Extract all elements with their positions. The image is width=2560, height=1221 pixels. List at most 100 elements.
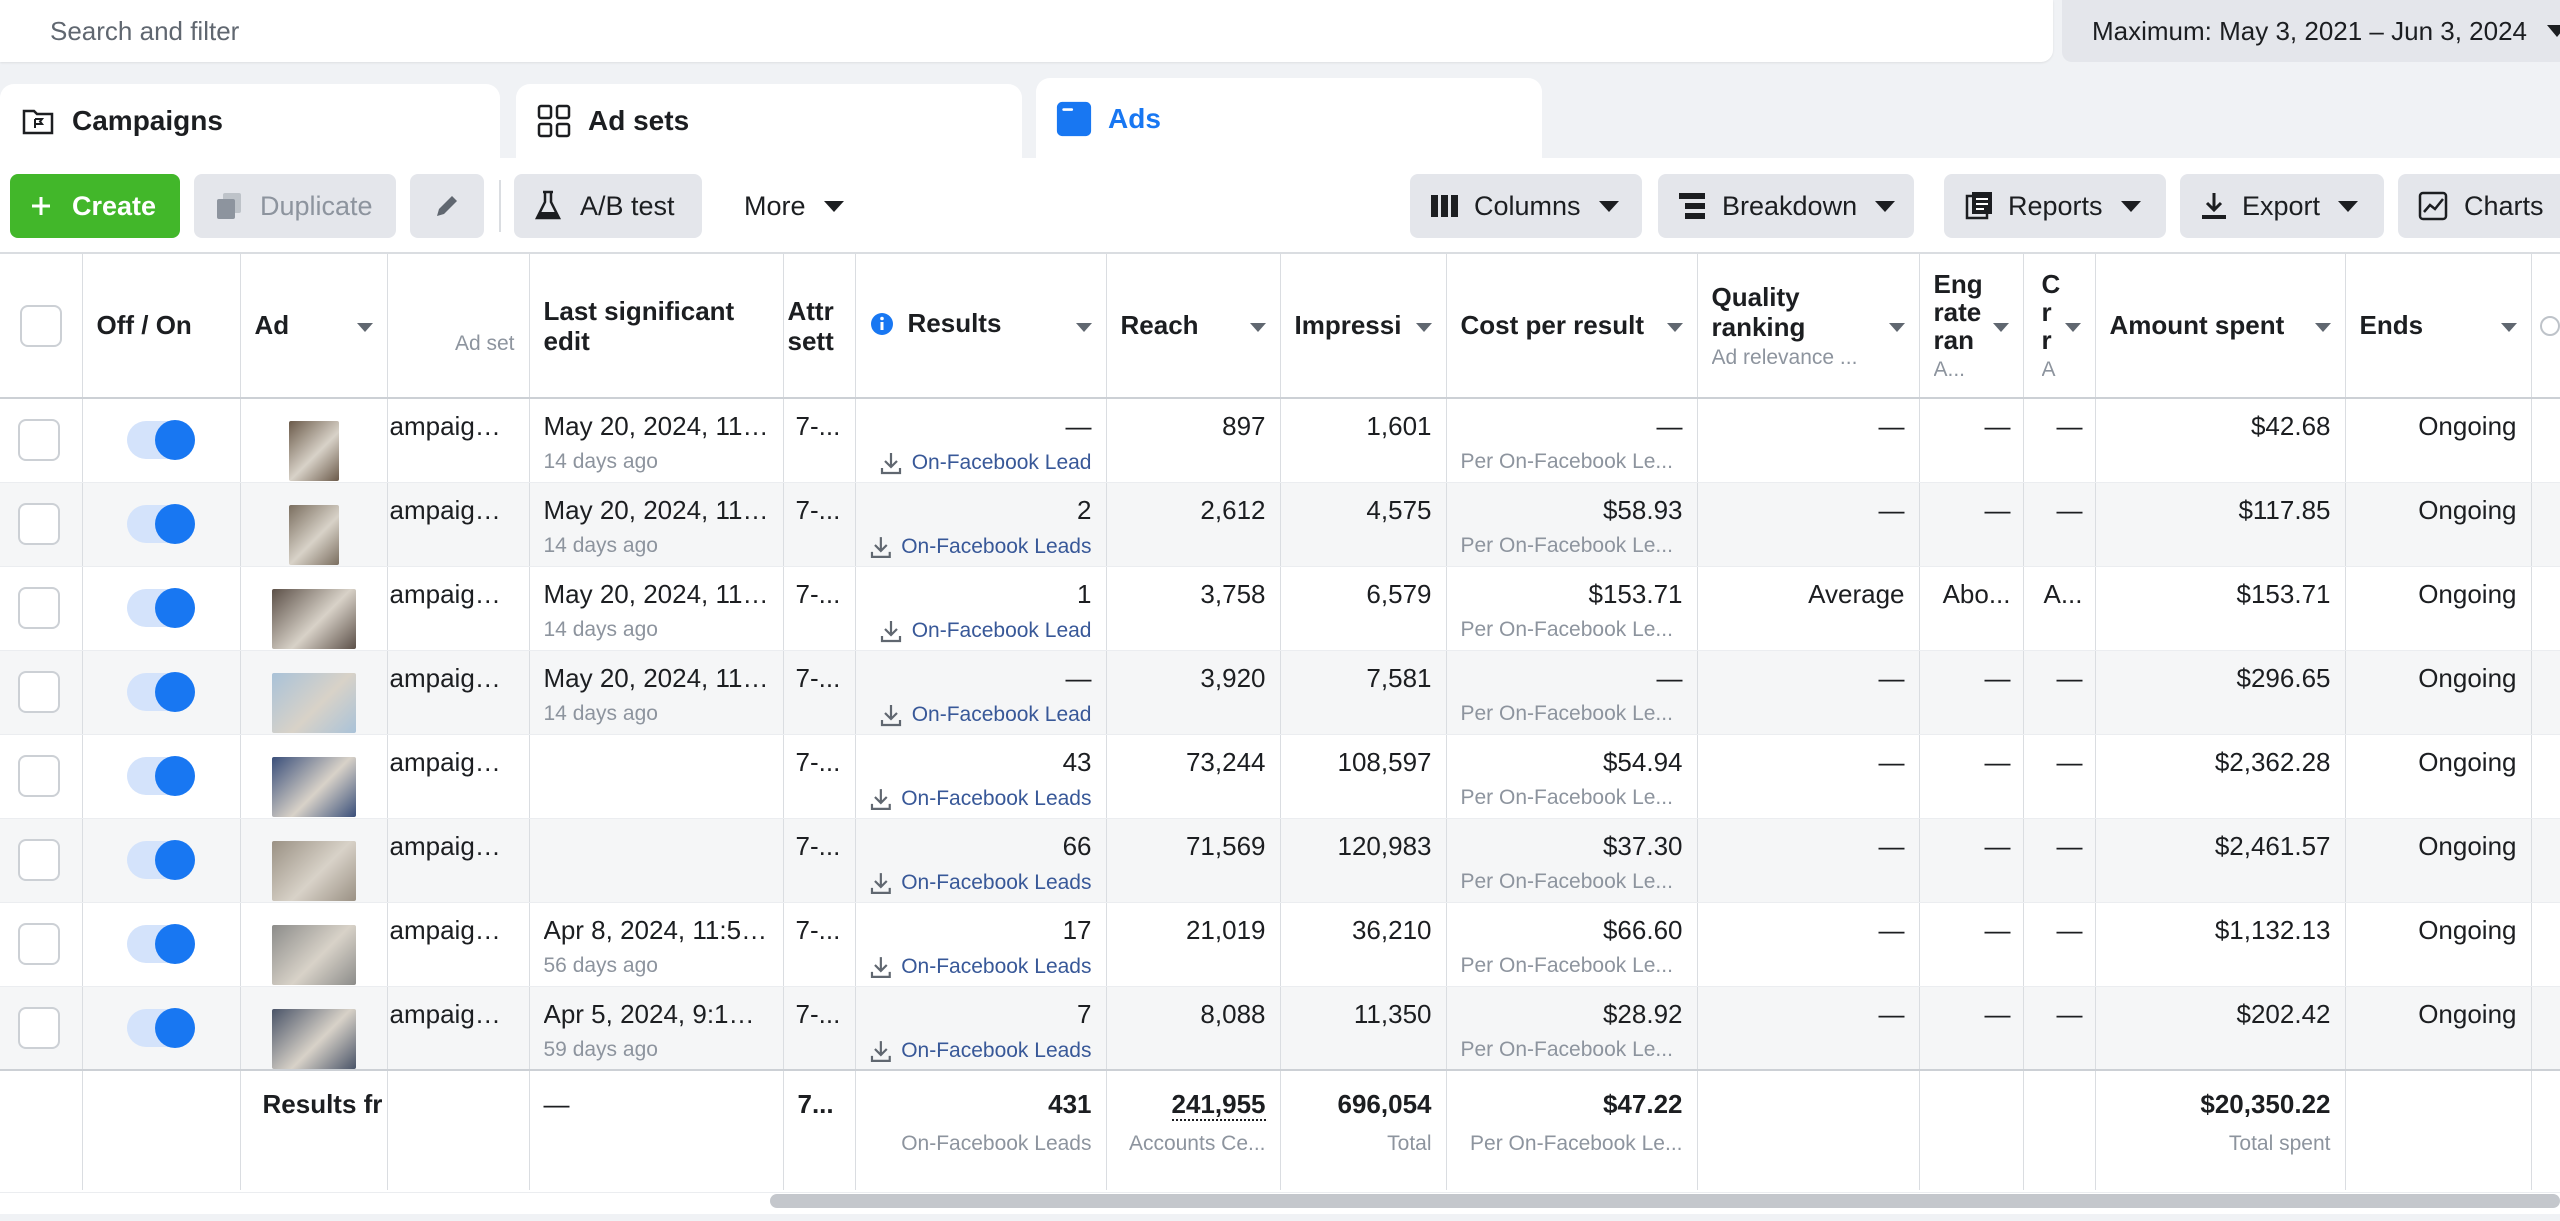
ad-toggle-switch[interactable]: [127, 1007, 195, 1048]
horizontal-scrollbar-thumb[interactable]: [770, 1194, 2560, 1208]
row-ad-set-cell[interactable]: ampaign ...: [387, 650, 530, 735]
header-off-on[interactable]: Off / On: [82, 254, 241, 399]
row-result-type[interactable]: On-Facebook Lead: [912, 619, 1092, 643]
header-ad[interactable]: Ad: [240, 254, 388, 399]
summary-reach-value[interactable]: 241,955: [1171, 1089, 1266, 1121]
row-result-type[interactable]: On-Facebook Lead: [912, 451, 1092, 475]
table-row[interactable]: ampaign ... May 20, 2024, 11:... 14 days a…: [0, 650, 2560, 735]
ad-toggle-switch[interactable]: [127, 839, 195, 880]
row-checkbox[interactable]: [18, 922, 60, 965]
tab-ads[interactable]: Ads: [1036, 78, 1542, 160]
header-ad-set[interactable]: Ad set: [387, 254, 530, 399]
ad-thumbnail[interactable]: [288, 421, 339, 481]
ad-toggle-switch[interactable]: [127, 755, 195, 796]
row-checkbox[interactable]: [18, 754, 60, 797]
row-ad-cell[interactable]: [240, 818, 388, 903]
date-range-picker[interactable]: Maximum: May 3, 2021 – Jun 3, 2024: [2062, 0, 2560, 62]
ad-toggle-switch[interactable]: [127, 420, 195, 460]
row-result-type[interactable]: On-Facebook Leads: [901, 787, 1091, 811]
row-campaign-name[interactable]: ampaign ...: [390, 915, 515, 946]
select-all-checkbox[interactable]: [19, 304, 62, 347]
header-attribution[interactable]: Attr sett: [783, 254, 856, 399]
header-cost-per-result[interactable]: Cost per result: [1446, 254, 1698, 399]
ab-test-button[interactable]: A/B test: [514, 174, 702, 238]
row-ad-cell[interactable]: [240, 398, 388, 483]
table-row[interactable]: ampaign ... 7-... 66 On-Facebook Leads 71,56…: [0, 818, 2560, 903]
row-campaign-name[interactable]: ampaign ...: [390, 579, 515, 610]
add-column-header[interactable]: [2531, 254, 2560, 399]
tab-ad-sets[interactable]: Ad sets: [516, 84, 1022, 158]
breakdown-button[interactable]: Breakdown: [1658, 174, 1914, 238]
row-ad-set-cell[interactable]: ampaign ...: [387, 818, 530, 903]
row-ad-set-cell[interactable]: ampaign ...: [387, 986, 530, 1071]
edit-button[interactable]: [410, 174, 484, 238]
row-result-type-link[interactable]: On-Facebook Lead: [870, 618, 1092, 644]
row-ad-set-cell[interactable]: ampaign ...: [387, 902, 530, 987]
row-result-type-link[interactable]: On-Facebook Leads: [870, 870, 1092, 896]
charts-button[interactable]: Charts: [2398, 174, 2560, 238]
row-checkbox[interactable]: [18, 1006, 60, 1049]
row-ad-cell[interactable]: [240, 734, 388, 819]
row-ad-set-cell[interactable]: ampaign ...: [387, 398, 530, 483]
row-campaign-name[interactable]: ampaign ...: [390, 495, 515, 526]
table-row[interactable]: ampaign ... Apr 5, 2024, 9:16 ... 59 days …: [0, 986, 2560, 1071]
table-row[interactable]: ampaign ... May 20, 2024, 11:... 14 days a…: [0, 566, 2560, 651]
row-result-type-link[interactable]: On-Facebook Leads: [870, 534, 1092, 560]
ad-thumbnail[interactable]: [271, 924, 356, 985]
more-button[interactable]: More: [724, 174, 864, 238]
ad-thumbnail[interactable]: [271, 840, 356, 901]
table-row[interactable]: ampaign ... Apr 8, 2024, 11:56... 56 days …: [0, 902, 2560, 987]
row-checkbox[interactable]: [18, 670, 60, 713]
row-result-type-link[interactable]: On-Facebook Leads: [870, 786, 1092, 812]
tab-campaigns[interactable]: Campaigns: [0, 84, 500, 158]
ad-thumbnail[interactable]: [271, 588, 356, 649]
ad-toggle-switch[interactable]: [127, 587, 195, 628]
ad-toggle-switch[interactable]: [127, 671, 195, 712]
row-campaign-name[interactable]: ampaign ...: [390, 999, 515, 1030]
table-row[interactable]: ampaign ... May 20, 2024, 11:... 14 days a…: [0, 398, 2560, 483]
row-ad-cell[interactable]: [240, 482, 388, 567]
row-checkbox[interactable]: [18, 419, 60, 461]
header-ends[interactable]: Ends: [2345, 254, 2532, 399]
row-checkbox[interactable]: [18, 838, 60, 881]
ad-thumbnail[interactable]: [271, 1008, 356, 1069]
row-result-type-link[interactable]: On-Facebook Leads: [870, 954, 1092, 980]
header-impressions[interactable]: Impressi: [1280, 254, 1447, 399]
row-ad-cell[interactable]: [240, 902, 388, 987]
export-button[interactable]: Export: [2180, 174, 2384, 238]
row-campaign-name[interactable]: ampaign ...: [390, 663, 515, 694]
header-quality-ranking[interactable]: Quality ranking Ad relevance ...: [1697, 254, 1920, 399]
search-bar[interactable]: [0, 0, 2053, 62]
table-row[interactable]: ampaign ... May 20, 2024, 11:... 14 days a…: [0, 482, 2560, 567]
header-amount-spent[interactable]: Amount spent: [2095, 254, 2346, 399]
row-campaign-name[interactable]: ampaign ...: [390, 747, 515, 778]
ad-toggle-switch[interactable]: [127, 503, 195, 544]
header-last-edit[interactable]: Last significant edit: [529, 254, 784, 399]
header-reach[interactable]: Reach: [1106, 254, 1281, 399]
row-result-type[interactable]: On-Facebook Leads: [901, 955, 1091, 979]
row-result-type[interactable]: On-Facebook Leads: [901, 871, 1091, 895]
reports-button[interactable]: Reports: [1944, 174, 2166, 238]
row-ad-cell[interactable]: [240, 650, 388, 735]
row-campaign-name[interactable]: ampaign ...: [390, 411, 515, 442]
add-column-icon[interactable]: [2539, 315, 2559, 336]
row-result-type[interactable]: On-Facebook Lead: [912, 703, 1092, 727]
search-input[interactable]: [50, 15, 2053, 47]
ad-thumbnail[interactable]: [271, 672, 356, 733]
row-result-type-link[interactable]: On-Facebook Leads: [870, 1038, 1092, 1064]
create-button[interactable]: Create: [10, 174, 180, 238]
ad-toggle-switch[interactable]: [127, 923, 195, 964]
summary-reach[interactable]: 241,955 Accounts Ce...: [1106, 1069, 1281, 1190]
row-campaign-name[interactable]: ampaign ...: [390, 831, 515, 862]
row-result-type-link[interactable]: On-Facebook Lead: [870, 450, 1092, 476]
row-ad-set-cell[interactable]: ampaign ...: [387, 566, 530, 651]
table-row[interactable]: ampaign ... 7-... 43 On-Facebook Leads 73,24…: [0, 734, 2560, 819]
row-ad-cell[interactable]: [240, 986, 388, 1071]
row-ad-set-cell[interactable]: ampaign ...: [387, 482, 530, 567]
header-results[interactable]: Results: [855, 254, 1107, 399]
duplicate-button[interactable]: Duplicate: [194, 174, 396, 238]
header-engagement-ranking[interactable]: Eng rate ran A...: [1919, 254, 2024, 399]
row-checkbox[interactable]: [18, 502, 60, 545]
header-conversion-ranking[interactable]: C r rA: [2023, 254, 2096, 399]
row-result-type-link[interactable]: On-Facebook Lead: [870, 702, 1092, 728]
